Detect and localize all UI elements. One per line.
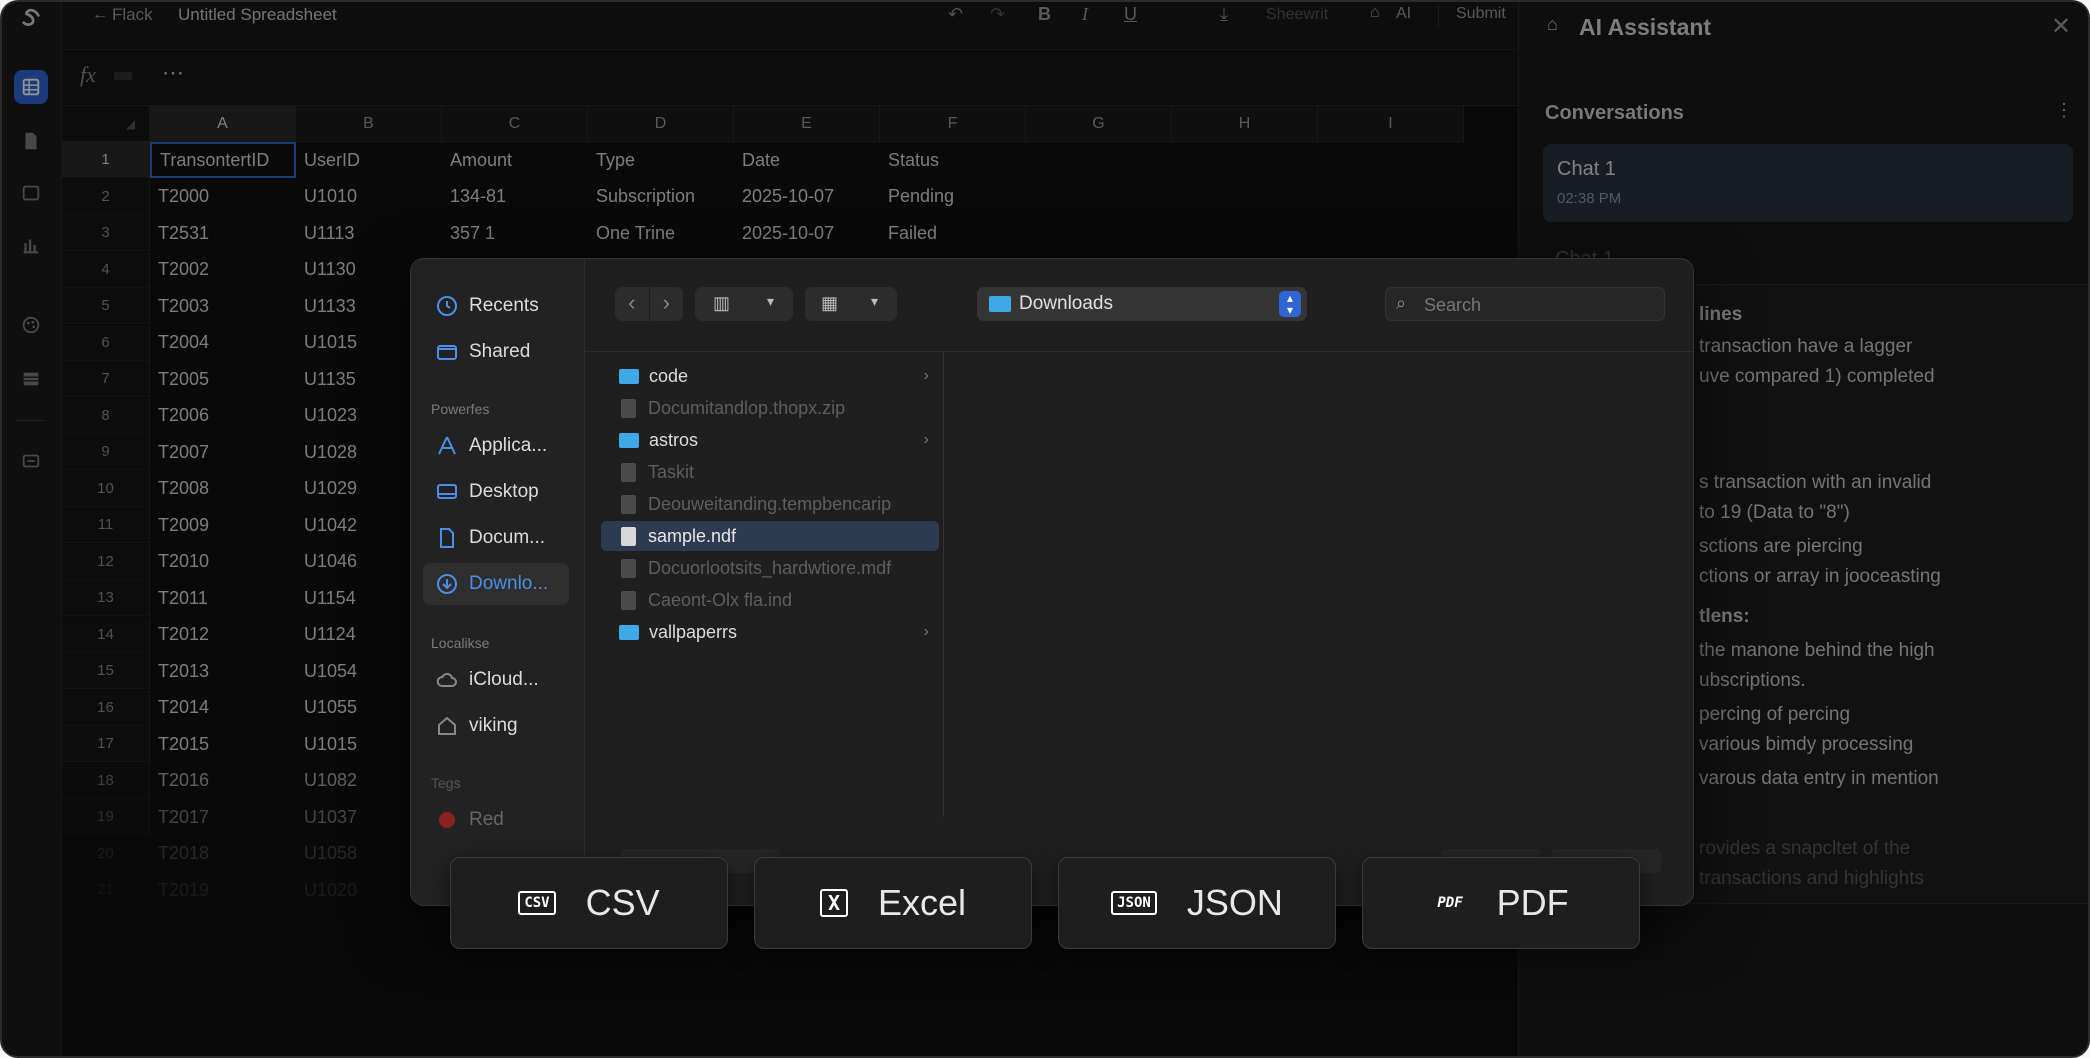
sidebar-label: Applica... [469, 435, 548, 456]
favorites-section-label: Powerfes [431, 401, 490, 417]
export-csv-button[interactable]: CSV CSV [450, 857, 728, 949]
file-list-item[interactable]: Docuorlootsits_hardwtiore.mdf [601, 553, 939, 583]
file-name: code [649, 365, 689, 386]
sidebar-item-applications[interactable]: Applica... [423, 425, 569, 467]
export-label: JSON [1186, 882, 1283, 923]
folder-icon [619, 624, 639, 640]
downloads-icon [437, 574, 457, 594]
sidebar-item-icloud[interactable]: iCloud... [423, 659, 569, 701]
csv-icon: CSV [518, 891, 556, 915]
dialog-sidebar: Recents Shared Powerfes Applica... Deskt… [411, 259, 585, 905]
sidebar-label: viking [469, 715, 518, 736]
locations-section-label: Localikse [431, 635, 490, 651]
chevron-down-icon: ▾ [767, 293, 775, 309]
clock-icon [437, 296, 457, 316]
sidebar-label: Docum... [469, 527, 546, 548]
file-name: Documitandlop.thopx.zip [648, 397, 846, 418]
chevron-right-icon: › [923, 623, 929, 640]
sidebar-item-home[interactable]: viking [423, 705, 569, 747]
view-mode-button[interactable]: ▥ ▾ [695, 287, 793, 321]
column-divider [943, 353, 944, 817]
sidebar-item-documents[interactable]: Docum... [423, 517, 569, 559]
app-window: ← Flack Untitled Spreadsheet ↶ ↷ B I U ⤓… [0, 0, 2090, 1058]
excel-icon: X [819, 889, 848, 917]
file-list-item[interactable]: Deouweitanding.tempbencarip [601, 489, 939, 519]
file-icon [621, 558, 636, 578]
file-list-item[interactable]: sample.ndf [601, 521, 939, 551]
folder-icon [619, 432, 639, 448]
desktop-icon [437, 484, 457, 499]
export-excel-button[interactable]: X Excel [754, 857, 1032, 949]
tags-section-label: Tegs [431, 775, 461, 791]
columns-view-icon: ▥ [713, 293, 731, 313]
chevron-right-icon: › [923, 431, 929, 448]
home-icon [438, 716, 456, 735]
export-json-button[interactable]: JSON JSON [1058, 857, 1336, 949]
file-name: Deouweitanding.tempbencarip [648, 493, 892, 514]
search-field[interactable]: ⌕ Search [1385, 287, 1665, 321]
json-icon: JSON [1111, 891, 1157, 915]
export-pdf-button[interactable]: PDF PDF [1362, 857, 1640, 949]
sidebar-item-desktop[interactable]: Desktop [423, 471, 569, 513]
export-label: CSV [585, 882, 660, 923]
folder-icon [619, 368, 639, 384]
sidebar-label: Downlo... [469, 573, 549, 594]
file-icon [621, 462, 636, 482]
folder-icon [989, 296, 1011, 312]
file-icon [621, 590, 636, 610]
document-icon [440, 528, 454, 548]
applications-icon [438, 436, 456, 455]
forward-chevron-icon[interactable]: › [650, 287, 684, 321]
back-chevron-icon[interactable]: ‹ [615, 287, 650, 321]
grid-icon: ▦ [821, 293, 839, 313]
file-list-item[interactable]: Caeont-Olx fla.ind [601, 585, 939, 615]
file-name: Taskit [648, 461, 695, 482]
sidebar-label: Recents [469, 295, 539, 316]
location-label: Downloads [1019, 293, 1113, 314]
file-name: sample.ndf [648, 525, 737, 546]
file-icon [621, 398, 636, 418]
chevron-right-icon: › [923, 367, 929, 384]
file-name: vallpaperrs [649, 621, 738, 642]
pdf-icon: PDF [1437, 895, 1463, 911]
cloud-icon [436, 672, 457, 687]
file-list-item[interactable]: Documitandlop.thopx.zip [601, 393, 939, 423]
shared-folder-icon [437, 345, 457, 360]
group-button[interactable]: ▦ ▾ [805, 287, 897, 321]
file-list-item[interactable]: Taskit [601, 457, 939, 487]
sidebar-item-recents[interactable]: Recents [423, 285, 569, 327]
file-icon [621, 494, 636, 514]
updown-chevron-icon: ▴ ▾ [1279, 291, 1301, 317]
file-list-item[interactable]: code › [601, 361, 939, 391]
search-icon: ⌕ [1396, 293, 1407, 313]
sidebar-item-tag-red[interactable]: Red [423, 799, 569, 841]
search-placeholder: Search [1424, 295, 1482, 315]
file-list-item[interactable]: astros › [601, 425, 939, 455]
chevron-down-icon: ▾ [871, 293, 879, 309]
file-name: Caeont-Olx fla.ind [648, 589, 793, 610]
sidebar-item-shared[interactable]: Shared [423, 331, 569, 373]
file-list-item[interactable]: vallpaperrs › [601, 617, 939, 647]
sidebar-label: Red [469, 809, 504, 830]
export-label: Excel [878, 882, 967, 923]
sidebar-label: Desktop [469, 481, 539, 502]
location-dropdown[interactable]: Downloads ▴ ▾ [977, 287, 1307, 321]
export-label: PDF [1496, 882, 1569, 923]
sidebar-item-downloads[interactable]: Downlo... [423, 563, 569, 605]
file-icon [621, 526, 636, 546]
file-name: Docuorlootsits_hardwtiore.mdf [648, 557, 892, 578]
red-tag-icon [439, 812, 455, 828]
file-name: astros [649, 429, 699, 450]
sidebar-label: Shared [469, 341, 531, 362]
toolbar-divider [585, 351, 1693, 352]
nav-buttons: ‹ › [615, 287, 683, 321]
sidebar-label: iCloud... [469, 669, 539, 690]
save-dialog: Recents Shared Powerfes Applica... Deskt… [410, 258, 1694, 906]
